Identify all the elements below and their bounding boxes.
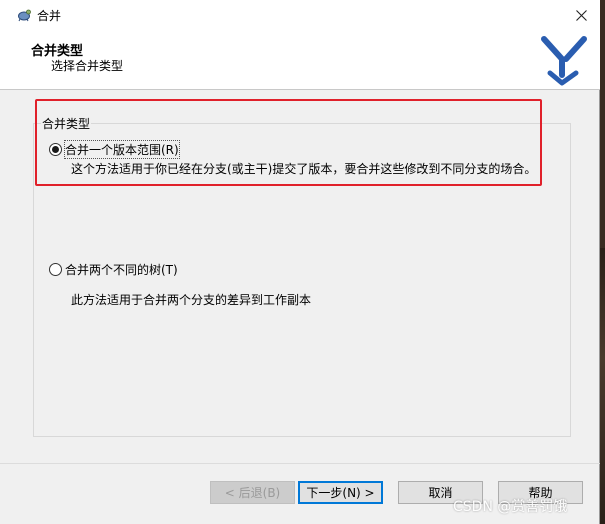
- group-label: 合并类型: [41, 115, 92, 132]
- window-title: 合并: [37, 9, 62, 23]
- back-button[interactable]: < 后退(B): [210, 481, 295, 504]
- option-label-merge-range[interactable]: 合并一个版本范围(R): [64, 140, 180, 159]
- wizard-header: 合并类型 选择合并类型: [0, 30, 600, 90]
- title-bar: 合并: [0, 0, 600, 30]
- option-merge-range[interactable]: 合并一个版本范围(R): [49, 140, 180, 159]
- close-icon: [575, 9, 587, 21]
- close-button[interactable]: [566, 4, 596, 26]
- merge-dialog: 合并 合并类型 选择合并类型 合并类型 合并一个版本范围(R) 这个方法适用于你…: [0, 0, 600, 524]
- radio-merge-trees[interactable]: [49, 263, 62, 276]
- radio-merge-range[interactable]: [49, 143, 62, 156]
- page-subtitle: 选择合并类型: [51, 59, 124, 73]
- next-button[interactable]: 下一步(N) >: [298, 481, 383, 504]
- option-desc-merge-trees: 此方法适用于合并两个分支的差异到工作副本: [71, 293, 312, 307]
- watermark: CSDN @赏善罚饿: [453, 499, 568, 515]
- merge-logo-icon: [541, 36, 587, 86]
- option-desc-merge-range: 这个方法适用于你已经在分支(或主干)提交了版本，要合并这些修改到不同分支的场合。: [71, 162, 537, 176]
- footer-divider: [0, 463, 600, 464]
- tortoise-icon: [18, 9, 31, 22]
- option-merge-trees[interactable]: 合并两个不同的树(T): [49, 261, 178, 278]
- option-label-merge-trees[interactable]: 合并两个不同的树(T): [65, 261, 178, 278]
